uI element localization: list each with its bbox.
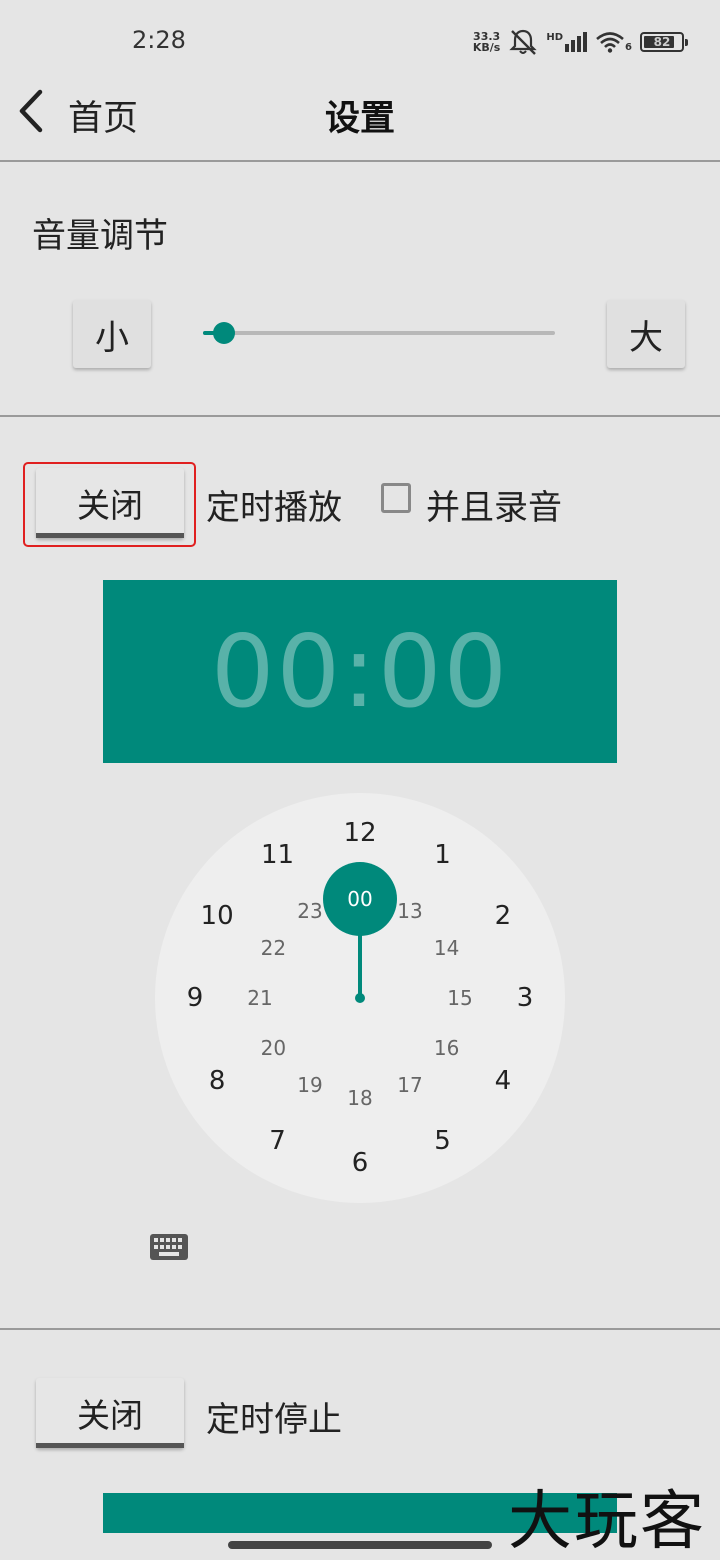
- volume-slider-thumb[interactable]: [213, 322, 236, 344]
- clock-hour-13[interactable]: 13: [397, 899, 422, 923]
- section-divider: [0, 1328, 720, 1330]
- clock-hour-21[interactable]: 21: [247, 986, 272, 1010]
- clock-hour-15[interactable]: 15: [447, 986, 472, 1010]
- back-button-label[interactable]: 首页: [68, 90, 138, 141]
- clock-hour-2[interactable]: 2: [495, 901, 512, 931]
- clock-hour-14[interactable]: 14: [434, 936, 459, 960]
- back-arrow-icon[interactable]: [14, 86, 54, 136]
- mute-bell-icon: [509, 29, 538, 55]
- scheduled-stop-label: 定时停止: [206, 1400, 342, 1440]
- clock-hour-11[interactable]: 11: [261, 840, 294, 870]
- clock-hand: [358, 935, 362, 998]
- time-display[interactable]: 00:00: [211, 613, 509, 730]
- clock-hour-4[interactable]: 4: [495, 1066, 512, 1096]
- scheduled-play-toggle-button[interactable]: 关闭: [36, 468, 184, 538]
- clock-hour-7[interactable]: 7: [269, 1126, 286, 1156]
- toolbar-divider: [0, 160, 720, 162]
- clock-selected-hour[interactable]: 00: [323, 862, 397, 936]
- toggle-underline: [36, 1443, 184, 1448]
- watermark-text: 大玩客: [508, 1485, 706, 1559]
- wifi-label: 6: [625, 42, 632, 53]
- cell-signal-icon: HD: [546, 32, 588, 52]
- clock-hour-23[interactable]: 23: [297, 899, 322, 923]
- clock-hour-22[interactable]: 22: [261, 936, 286, 960]
- scheduled-stop-toggle-label: 关闭: [77, 1396, 143, 1435]
- toggle-underline: [36, 533, 184, 538]
- volume-slider-track[interactable]: [203, 331, 555, 335]
- clock-hour-3[interactable]: 3: [517, 983, 534, 1013]
- clock-hour-5[interactable]: 5: [434, 1126, 451, 1156]
- record-checkbox[interactable]: [381, 483, 411, 513]
- clock-hour-6[interactable]: 6: [352, 1148, 369, 1178]
- record-label[interactable]: 并且录音: [426, 480, 562, 529]
- network-speed: 33.3 KB/s: [473, 31, 500, 53]
- clock-hour-9[interactable]: 9: [187, 983, 204, 1013]
- wifi-icon: 6: [595, 31, 632, 53]
- clock-hour-10[interactable]: 10: [201, 901, 234, 931]
- clock-hour-17[interactable]: 17: [397, 1073, 422, 1097]
- volume-increase-button[interactable]: 大: [607, 300, 685, 368]
- clock-hour-1[interactable]: 1: [434, 840, 451, 870]
- time-header: 00:00: [103, 580, 617, 763]
- status-icons: 33.3 KB/s HD 6 82: [473, 28, 688, 56]
- scheduled-play-toggle-label: 关闭: [77, 486, 143, 525]
- scheduled-play-label: 定时播放: [206, 488, 342, 528]
- volume-divider: [0, 415, 720, 417]
- keyboard-icon[interactable]: [150, 1234, 188, 1260]
- clock-hour-16[interactable]: 16: [434, 1036, 459, 1060]
- volume-section-title: 音量调节: [32, 216, 168, 256]
- clock-hour-8[interactable]: 8: [209, 1066, 226, 1096]
- clock-hour-19[interactable]: 19: [297, 1073, 322, 1097]
- scheduled-stop-toggle-button[interactable]: 关闭: [36, 1378, 184, 1448]
- home-indicator[interactable]: [228, 1541, 492, 1549]
- battery-level: 82: [653, 35, 671, 49]
- clock-hour-20[interactable]: 20: [261, 1036, 286, 1060]
- clock-hour-18[interactable]: 18: [347, 1086, 372, 1110]
- volume-decrease-button[interactable]: 小: [73, 300, 151, 368]
- network-speed-unit: KB/s: [472, 41, 501, 54]
- status-time: 2:28: [132, 26, 186, 54]
- signal-hd-label: HD: [546, 32, 564, 43]
- clock-center-dot: [355, 993, 365, 1003]
- battery-icon: 82: [640, 32, 688, 52]
- clock-hour-12[interactable]: 12: [343, 818, 376, 848]
